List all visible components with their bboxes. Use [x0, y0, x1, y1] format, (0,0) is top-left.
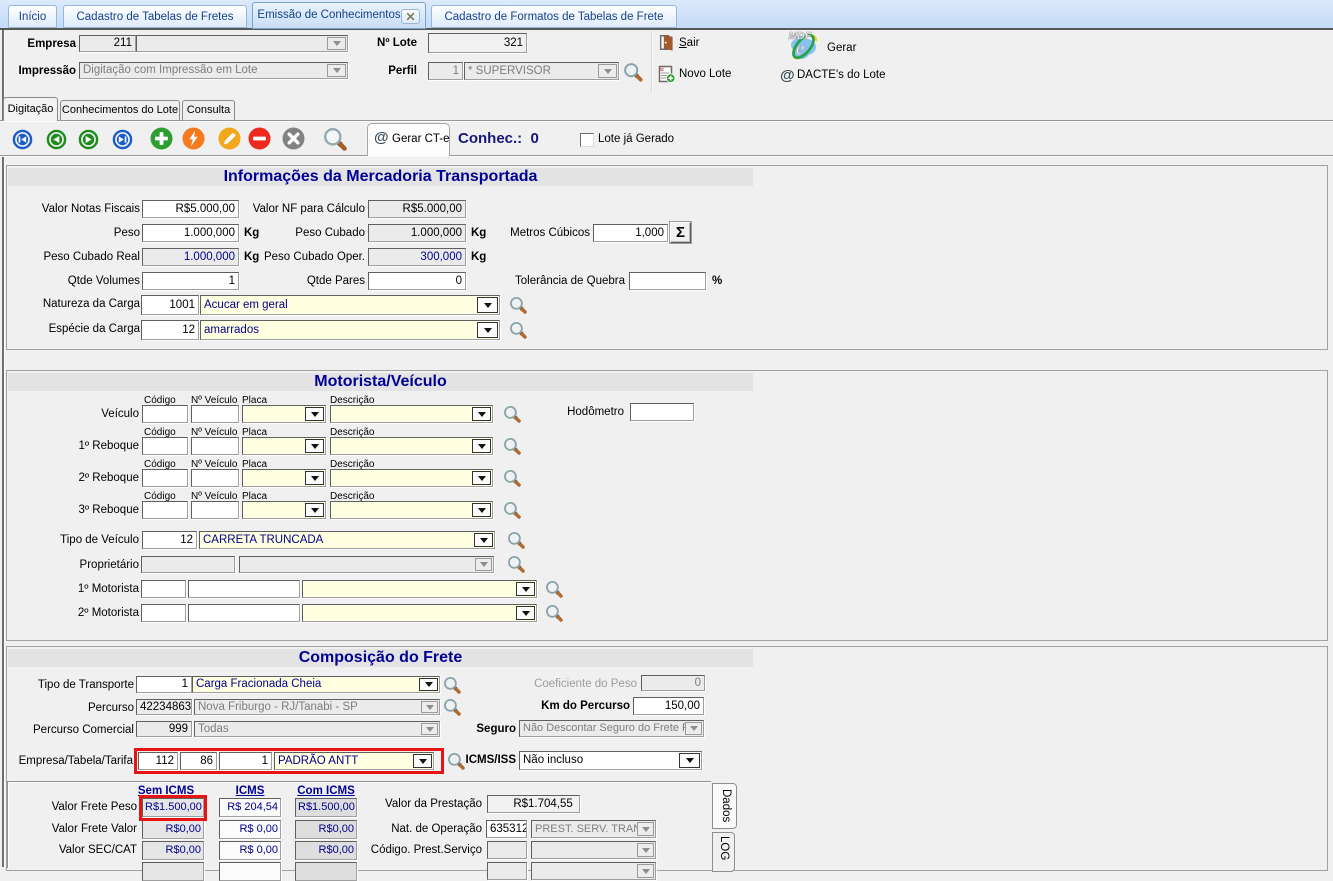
svg-text:MDF: MDF: [789, 30, 812, 42]
